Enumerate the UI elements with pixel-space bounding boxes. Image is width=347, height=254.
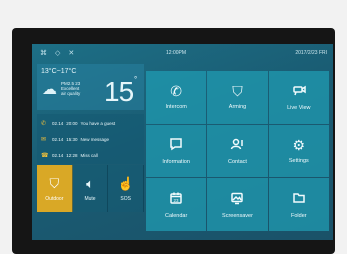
screensaver-tile[interactable]: Screensaver bbox=[207, 178, 268, 231]
speaker-icon: 🔈︎ bbox=[86, 175, 94, 191]
shield-icon: ⛉ bbox=[49, 175, 60, 191]
weather-panel: 13°C~17°C ☁ PM2.5 23 Excellent air quali… bbox=[37, 64, 144, 110]
mute-icon: ✕ bbox=[68, 50, 75, 57]
image-icon bbox=[230, 191, 244, 207]
outdoor-button[interactable]: ⛉ Outdoor bbox=[37, 165, 73, 212]
list-item[interactable]: ☎ 02.14 12:28 Miss call bbox=[37, 148, 144, 162]
camera-icon bbox=[292, 83, 306, 99]
hand-icon: ☝ bbox=[117, 175, 134, 191]
network-icon: ⌘ bbox=[40, 50, 47, 57]
live-view-tile[interactable]: Live View bbox=[268, 71, 329, 124]
list-item[interactable]: ✆ 02.14 20:00 You have a guest bbox=[37, 116, 144, 130]
calendar-icon: 23 bbox=[169, 191, 183, 207]
contact-tile[interactable]: Contact bbox=[207, 124, 268, 178]
list-item[interactable]: ✉ 02.14 15:30 New message bbox=[37, 132, 144, 146]
mail-icon: ✉ bbox=[41, 136, 47, 143]
missed-call-icon: ☎ bbox=[41, 152, 49, 159]
degree-symbol: ° bbox=[134, 75, 138, 84]
information-tile[interactable]: Information bbox=[146, 124, 207, 178]
shield-icon: ⛉ bbox=[232, 83, 243, 100]
intercom-tile[interactable]: ✆ Intercom bbox=[146, 71, 207, 124]
sos-button[interactable]: ☝ SOS bbox=[108, 165, 145, 212]
cloud-sun-icon: ☁ bbox=[42, 81, 57, 98]
folder-tile[interactable]: Folder bbox=[268, 178, 329, 231]
chat-icon bbox=[169, 137, 183, 153]
phone-icon: ✆ bbox=[41, 120, 47, 127]
settings-tile[interactable]: ⚙ Settings bbox=[268, 124, 329, 178]
phone-icon: ✆ bbox=[170, 83, 183, 100]
folder-icon bbox=[292, 191, 306, 207]
calendar-day: 23 bbox=[174, 197, 180, 202]
temperature-range: 13°C~17°C bbox=[41, 68, 77, 75]
gear-icon: ⚙ bbox=[292, 136, 306, 153]
current-temperature: 15 bbox=[104, 76, 134, 107]
quick-actions: ⛉ Outdoor 🔈︎ Mute ☝ SOS bbox=[37, 165, 145, 212]
shield-icon: ◇ bbox=[55, 50, 61, 57]
mute-button[interactable]: 🔈︎ Mute bbox=[72, 165, 109, 212]
message-list: ✆ 02.14 20:00 You have a guest ✉ 02.14 1… bbox=[37, 114, 144, 164]
status-bar: ⌘ ◇ ✕ 12:00PM 2017/2/23 FRI bbox=[32, 44, 333, 62]
status-time: 12:00PM bbox=[166, 50, 187, 56]
arming-tile[interactable]: ⛉ Arming bbox=[207, 71, 268, 124]
status-date: 2017/2/23 FRI bbox=[295, 50, 327, 56]
contact-icon bbox=[230, 137, 244, 153]
app-grid: ✆ Intercom ⛉ Arming Live View Informatio… bbox=[146, 71, 329, 231]
calendar-tile[interactable]: 23 Calendar bbox=[146, 178, 207, 231]
screen: ⌘ ◇ ✕ 12:00PM 2017/2/23 FRI 13°C~17°C ☁ … bbox=[32, 44, 333, 240]
air-quality: PM2.5 23 Excellent air quality bbox=[61, 81, 81, 96]
